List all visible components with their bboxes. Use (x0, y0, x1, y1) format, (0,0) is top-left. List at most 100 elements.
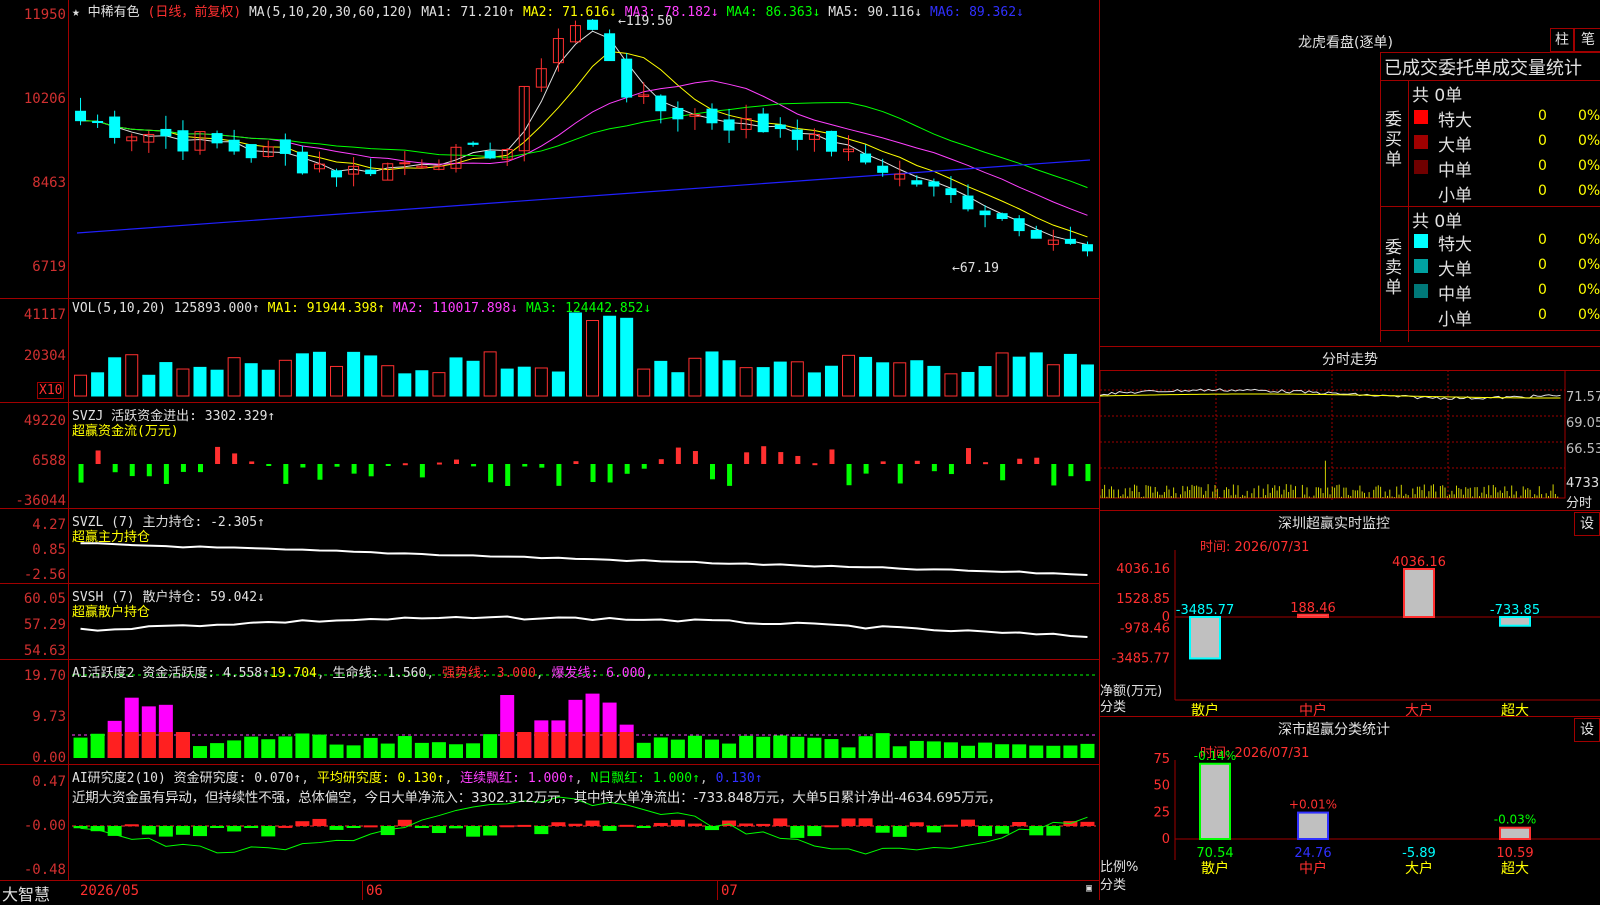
volume-bar (1080, 364, 1094, 397)
research-bar (978, 826, 993, 837)
flow-bar (539, 464, 545, 468)
volume-bar (551, 371, 565, 397)
activity-bar (568, 732, 583, 758)
volume-bar (398, 373, 412, 397)
candle (1030, 229, 1042, 239)
stats-settings-button[interactable]: 设 (1574, 718, 1600, 742)
candle (945, 188, 957, 196)
flow-bar (573, 461, 579, 464)
stats-y-tick: 75 (1153, 752, 1170, 767)
ma-value: MA2: 71.616↓ (522, 5, 625, 20)
row-name: 特大 (1438, 235, 1472, 255)
candle (860, 153, 872, 163)
candle (621, 58, 633, 98)
research-bar (500, 825, 515, 828)
row-name: 大单 (1438, 260, 1472, 280)
volume-bar (807, 372, 821, 397)
intraday-chart[interactable] (1100, 370, 1600, 510)
research-bar (602, 826, 617, 831)
vol-ma3: MA3: 124442.852↓ (525, 301, 652, 316)
monitor-bar-label: 188.46 (1290, 601, 1336, 616)
candle (962, 195, 974, 210)
row-name: 中单 (1438, 285, 1472, 305)
lock-icon[interactable]: ▣ (1086, 883, 1092, 894)
flow-bar (795, 455, 801, 464)
activity-bar (210, 743, 225, 758)
monitor-bar (1189, 616, 1221, 660)
activity-bar (961, 745, 975, 758)
research-bar (124, 824, 139, 827)
flow-bar (675, 447, 681, 464)
vol-ma2: MA2: 110017.898↓ (392, 301, 519, 316)
ai2-nred: N日飘红: 1.000↑ (590, 771, 700, 786)
volume-bar (688, 357, 702, 397)
flow-bar (300, 464, 306, 468)
intraday-y-tick: 69.05 (1566, 416, 1600, 431)
main-y-tick: 8463 (32, 175, 66, 191)
ai1-burst-line: 爆发线: 6.000 (551, 666, 646, 681)
research-bar (517, 824, 532, 827)
date-label: 06 (366, 883, 383, 899)
vol-y-tick: 20304 (23, 348, 66, 364)
row-pct: 0% (1578, 183, 1600, 199)
row-count: 0 (1538, 158, 1547, 174)
intraday-y-tick: 71.57 (1566, 390, 1600, 405)
sell-side-label: 委卖单 (1385, 238, 1402, 298)
flow-bar (641, 464, 647, 469)
flow-bar (334, 464, 340, 467)
activity-bar (312, 734, 327, 758)
vol-y-tick: 41117 (23, 307, 66, 323)
vol-ma1: MA1: 91944.398↑ (267, 301, 386, 316)
volume-bar (603, 315, 617, 397)
volume-bar (637, 368, 651, 397)
volume-bar (620, 317, 634, 397)
vol-value: 125893.000↑ (173, 301, 260, 316)
flow-bar (607, 464, 613, 483)
volume-bar (654, 360, 668, 397)
volume-bar (961, 371, 975, 397)
flow-bar (778, 452, 784, 464)
ai1-value2: 19.704 (269, 666, 317, 681)
stats-category: 中户 (1299, 860, 1327, 877)
activity-bar (449, 744, 463, 758)
activity-bar (107, 732, 122, 758)
flow-bar (590, 464, 596, 483)
divider (1100, 346, 1600, 347)
activity-bar (90, 733, 105, 758)
activity-bar (431, 742, 446, 758)
flow-bar (95, 450, 101, 464)
candle (587, 19, 599, 30)
svzj-y-tick: -36044 (15, 493, 66, 509)
monitor-y-tick: -3485.77 (1112, 651, 1170, 666)
star-icon[interactable]: ★ (72, 5, 80, 20)
ai2-last: 0.130↑ (715, 771, 763, 786)
volume-bar (568, 312, 582, 397)
research-bar (619, 824, 634, 827)
date-label: 2026/05 (80, 883, 140, 899)
monitor-settings-button[interactable]: 设 (1574, 512, 1600, 536)
flow-bar (146, 464, 152, 477)
research-bar (431, 826, 446, 834)
activity-bar (670, 739, 685, 758)
row-name: 小单 (1438, 186, 1472, 206)
bar-mode-button[interactable]: 柱 (1550, 28, 1574, 52)
stats-value: 10.59 (1496, 846, 1533, 861)
volume-bar (347, 351, 361, 397)
volume-bar (415, 370, 429, 397)
sell-total: 共 0单 (1412, 212, 1463, 232)
tick-mode-button[interactable]: 笔 (1574, 28, 1600, 52)
svzl-sub: 超赢主力持仓 (72, 530, 151, 545)
research-bar (1012, 822, 1027, 826)
candle (160, 128, 172, 137)
ma-values: MA1: 71.210↑ MA2: 71.616↓ MA3: 78.182↓ M… (421, 5, 1024, 20)
activity-bar (1029, 745, 1044, 758)
candle (774, 124, 786, 130)
candle (791, 129, 803, 140)
research-bar (807, 826, 822, 837)
row-pct: 0% (1578, 232, 1600, 248)
row-count: 0 (1538, 133, 1547, 149)
activity-bar (227, 740, 242, 758)
volume-bar (739, 367, 753, 397)
chart-mode[interactable]: (日线，前复权) (148, 5, 242, 20)
kline-panel[interactable]: ★ 中稀有色 (日线，前复权) MA(5,10,20,30,60,120) MA… (0, 0, 1100, 904)
